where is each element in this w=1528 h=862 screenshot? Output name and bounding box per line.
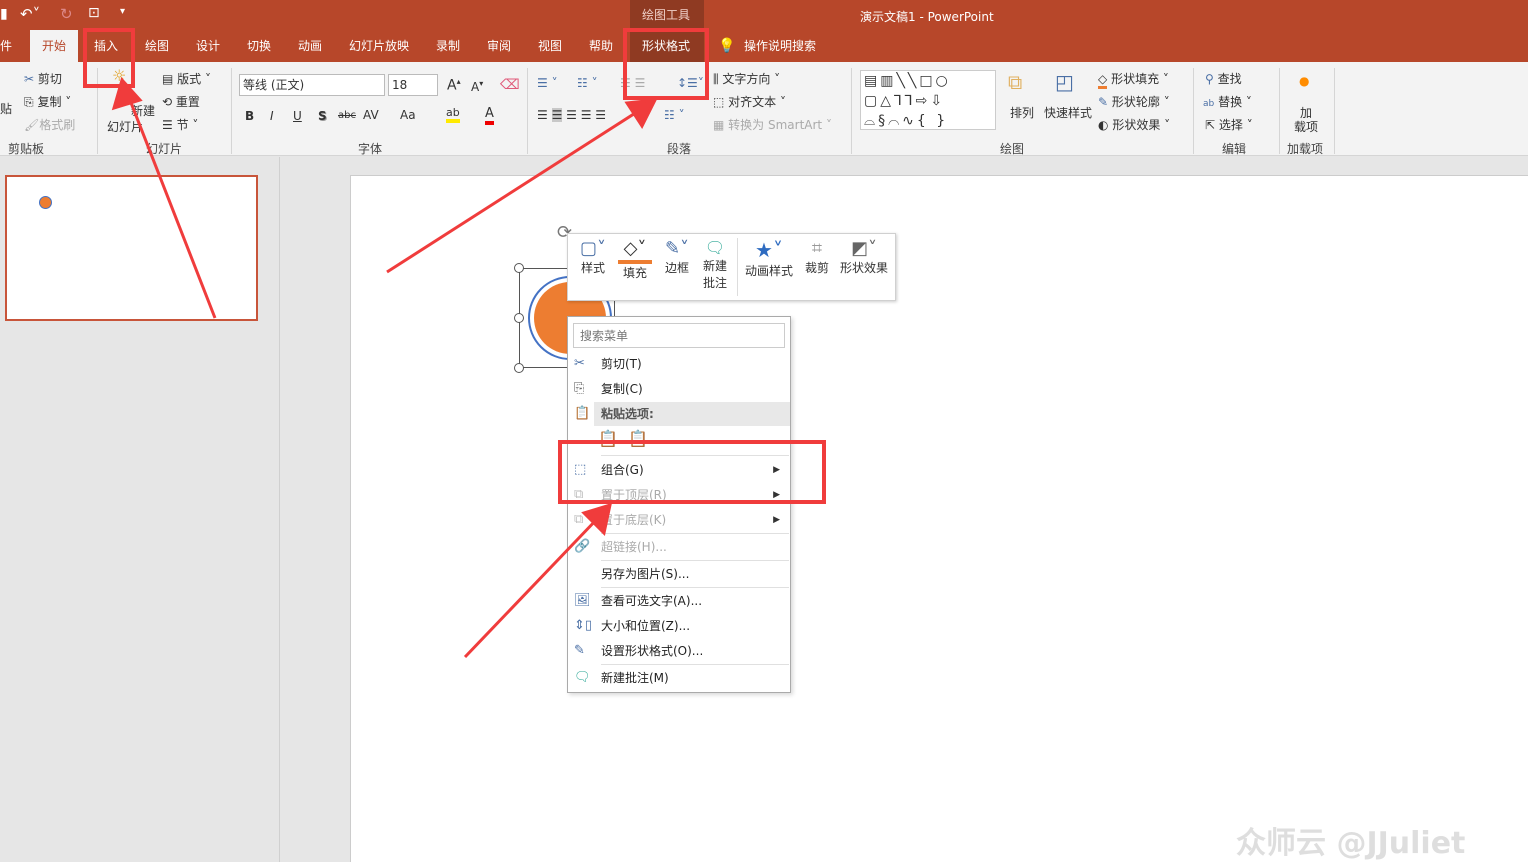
watermark: 众师云 @JJuliet — [1236, 826, 1466, 861]
arrow-head — [111, 76, 143, 111]
arrow-to-group — [463, 516, 600, 659]
annotation-arrows — [111, 76, 658, 659]
arrow-head — [624, 98, 658, 130]
arrow-to-shape-format — [386, 108, 641, 274]
arrow-to-insert — [126, 94, 217, 319]
